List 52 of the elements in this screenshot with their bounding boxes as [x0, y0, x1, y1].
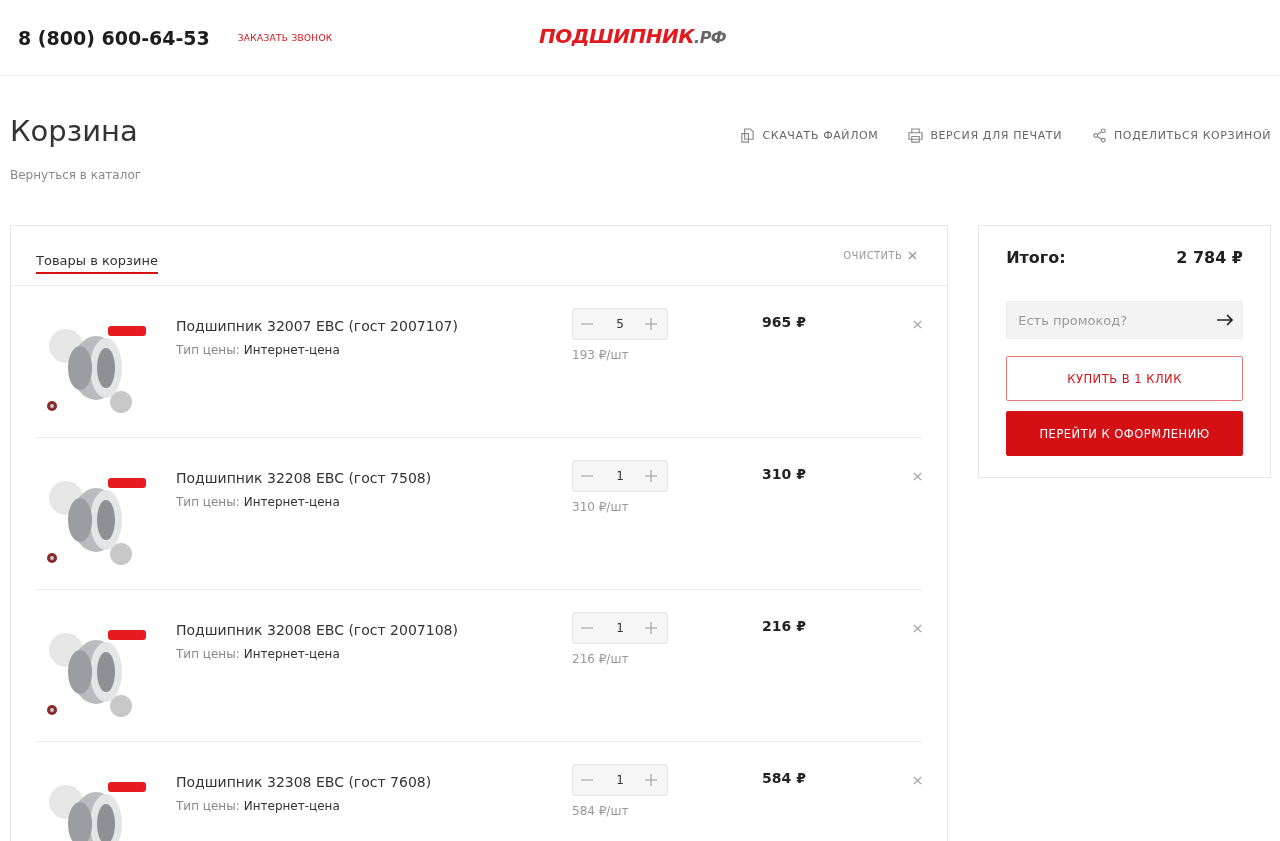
quantity-field[interactable]: 1	[605, 620, 635, 636]
callback-link[interactable]: ЗАКАЗАТЬ ЗВОНОК	[237, 32, 333, 43]
total-label: Итого:	[1006, 248, 1066, 267]
total-value: 2 784 ₽	[1176, 248, 1243, 267]
quantity-field[interactable]: 5	[605, 316, 635, 332]
one-click-button[interactable]: КУПИТЬ В 1 КЛИК	[1006, 356, 1243, 401]
close-icon	[913, 776, 923, 785]
action-link[interactable]: СКАЧАТЬ ФАЙЛОМ	[740, 128, 879, 143]
unit-price: 216 ₽/шт	[572, 652, 630, 666]
quantity-field[interactable]: 1	[605, 772, 635, 788]
action-link[interactable]: ВЕРСИЯ ДЛЯ ПЕЧАТИ	[908, 128, 1062, 143]
price-type: Тип цены: Интернет-цена	[176, 799, 341, 813]
quantity-field[interactable]: 1	[605, 468, 635, 484]
unit-price: 193 ₽/шт	[572, 348, 630, 362]
unit-price: 584 ₽/шт	[572, 804, 630, 818]
plus-icon	[645, 318, 657, 330]
product-name[interactable]: Подшипник 32008 EBC (гост 2007108)	[176, 622, 572, 638]
close-icon	[913, 624, 923, 633]
logo[interactable]: ПОДШИПНИК.РФ	[539, 24, 727, 48]
plus-button[interactable]	[645, 470, 659, 482]
price-type: Тип цены: Интернет-цена	[176, 647, 341, 661]
product-name[interactable]: Подшипник 32007 EBC (гост 2007107)	[176, 318, 572, 334]
price-type: Тип цены: Интернет-цена	[176, 343, 341, 357]
back-link[interactable]: Вернуться в каталог	[10, 168, 142, 182]
close-icon	[913, 472, 923, 481]
submit-button[interactable]	[1217, 314, 1233, 326]
item-total: 216 ₽	[761, 617, 807, 636]
item-total: 584 ₽	[761, 769, 807, 788]
plus-button[interactable]	[645, 318, 659, 330]
printer-icon	[908, 128, 924, 143]
document-icon	[740, 128, 756, 143]
product-name[interactable]: Подшипник 32308 EBC (гост 7608)	[176, 774, 572, 790]
plus-button[interactable]	[645, 622, 659, 634]
plus-button[interactable]	[645, 774, 659, 786]
close-icon	[913, 320, 923, 329]
cart-tab[interactable]: Товары в корзине	[36, 247, 158, 274]
action-link[interactable]: ПОДЕЛИТЬСЯ КОРЗИНОЙ	[1092, 128, 1271, 143]
share-icon	[1092, 128, 1107, 143]
price-type: Тип цены: Интернет-цена	[176, 495, 341, 509]
checkout-button[interactable]: ПЕРЕЙТИ К ОФОРМЛЕНИЮ	[1006, 411, 1243, 456]
product-name[interactable]: Подшипник 32208 EBC (гост 7508)	[176, 470, 572, 486]
item-total: 310 ₽	[761, 465, 807, 484]
close-icon	[908, 251, 918, 260]
plus-icon	[645, 774, 657, 786]
plus-icon	[645, 470, 657, 482]
plus-icon	[645, 622, 657, 634]
promo-field[interactable]: Есть промокод?	[1006, 301, 1243, 339]
page-title: Корзина	[10, 114, 138, 148]
arrow-icon	[1217, 314, 1233, 326]
item-total: 965 ₽	[761, 313, 807, 332]
phone-number: 8 (800) 600-64-53	[18, 26, 210, 49]
unit-price: 310 ₽/шт	[572, 500, 630, 514]
